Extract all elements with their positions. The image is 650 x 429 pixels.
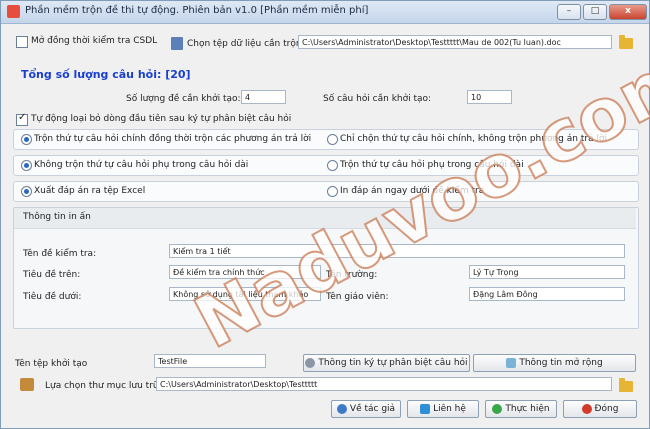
auto-remove-label: Tự động loại bỏ dòng đầu tiên sau ký tự …	[31, 114, 292, 124]
title-bar: Phần mềm trộn đề thi tự động. Phiên bản …	[1, 1, 649, 24]
output-name-input[interactable]: TestFile	[154, 354, 266, 368]
app-icon	[7, 5, 20, 18]
option-2-left-radio[interactable]	[21, 160, 32, 171]
num-questions-input[interactable]: 10	[467, 90, 512, 104]
option-1-left-radio[interactable]	[21, 134, 32, 145]
db-check-checkbox[interactable]	[16, 36, 28, 48]
output-name-label: Tên tệp khởi tạo	[15, 359, 88, 369]
file-path-field[interactable]: C:\Users\Administrator\Desktop\Testtttt\…	[298, 35, 612, 49]
app-window: Phần mềm trộn đề thi tự động. Phiên bản …	[0, 0, 650, 429]
folder-label[interactable]: Lựa chọn thư mục lưu trữ	[45, 381, 159, 391]
total-questions-heading: Tổng số lượng câu hỏi: [20]	[21, 68, 191, 81]
auto-remove-checkbox[interactable]	[16, 112, 28, 126]
author-icon	[336, 403, 347, 414]
folder-path-field[interactable]: C:\Users\Administrator\Desktop\Testtttt	[156, 377, 612, 391]
close-button-label: Đóng	[594, 404, 619, 414]
header-label: Tiêu đề trên:	[23, 270, 81, 280]
run-button-label: Thực hiện	[505, 404, 550, 414]
file-icon	[171, 37, 183, 50]
expand-icon	[506, 357, 517, 368]
folder-browse-icon[interactable]	[619, 378, 633, 392]
num-tests-label: Số lượng đề cần khởi tạo:	[126, 94, 241, 104]
test-name-label: Tên đề kiểm tra:	[23, 249, 97, 259]
print-info-title: Thông tin in ấn	[23, 212, 91, 222]
check-icon	[492, 403, 503, 414]
choose-file-label[interactable]: Chọn tệp dữ liệu cần trộn:	[187, 39, 305, 49]
option-3-left-radio[interactable]	[21, 186, 32, 197]
about-button-label: Về tác giả	[349, 404, 396, 414]
option-3-right-radio[interactable]	[327, 186, 338, 197]
option-2-right-radio[interactable]	[327, 160, 338, 171]
separator-info-button[interactable]: Thông tin ký tự phân biệt câu hỏi	[303, 354, 470, 372]
num-tests-input[interactable]: 4	[241, 90, 286, 104]
more-info-button-label: Thông tin mở rộng	[519, 358, 603, 368]
run-button[interactable]: Thực hiện	[485, 400, 557, 418]
info-icon	[305, 357, 316, 368]
num-questions-label: Số câu hỏi cần khởi tạo:	[323, 94, 432, 104]
window-title: Phần mềm trộn đề thi tự động. Phiên bản …	[25, 5, 369, 16]
school-input[interactable]: Lý Tự Trọng	[469, 265, 625, 279]
option-1-right-radio[interactable]	[327, 134, 338, 145]
db-check-label: Mở đồng thời kiểm tra CSDL	[31, 36, 158, 46]
footer-label: Tiêu đề dưới:	[23, 292, 82, 302]
about-button[interactable]: Về tác giả	[331, 400, 401, 418]
close-icon	[581, 403, 592, 414]
contact-icon	[420, 403, 431, 414]
separator-info-button-label: Thông tin ký tự phân biệt câu hỏi	[318, 358, 468, 368]
folder-open-icon[interactable]	[619, 35, 633, 49]
contact-button-label: Liên hệ	[433, 404, 466, 414]
close-window-button[interactable]: x	[609, 4, 647, 20]
more-info-button[interactable]: Thông tin mở rộng	[473, 354, 636, 372]
maximize-button[interactable]: □	[583, 4, 607, 20]
option-3-left-label: Xuất đáp án ra tệp Excel	[34, 186, 146, 196]
contact-button[interactable]: Liên hệ	[407, 400, 479, 418]
teacher-input[interactable]: Đặng Lâm Đông	[469, 287, 625, 301]
option-1-left-label: Trộn thứ tự câu hỏi chính đồng thời trộn…	[34, 134, 312, 144]
folder-select-icon	[20, 378, 34, 391]
minimize-button[interactable]: –	[557, 4, 581, 20]
option-2-left-label: Không trộn thứ tự câu hỏi phụ trong câu …	[34, 160, 249, 170]
close-button[interactable]: Đóng	[563, 400, 637, 418]
